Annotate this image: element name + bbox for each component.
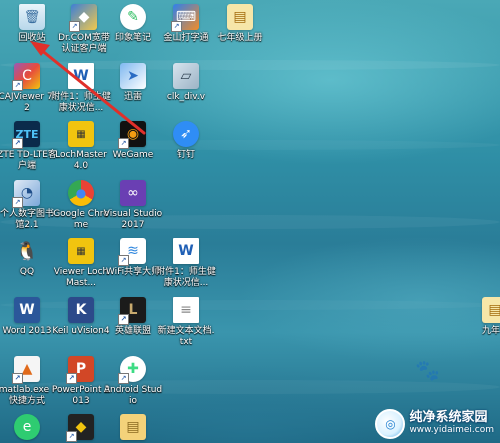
watermark-logo-icon: ◎	[375, 409, 406, 439]
watermark: ◎ 纯净系统家园 www.yidaimei.com	[375, 409, 494, 439]
watermark-title: 纯净系统家园	[409, 410, 488, 425]
watermark-url: www.yidaimei.com	[409, 425, 494, 435]
paw-print-watermark-icon: 🐾	[415, 358, 440, 382]
